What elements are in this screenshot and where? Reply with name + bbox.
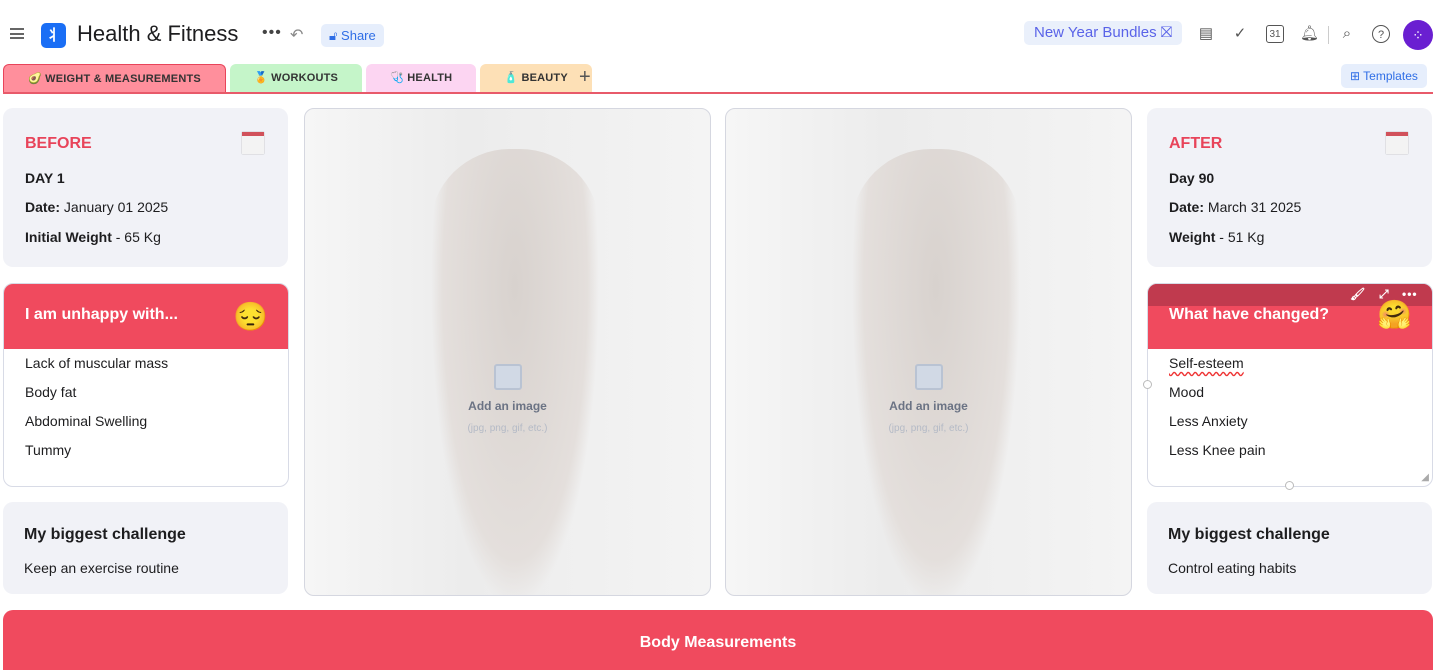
medal-icon: 🏅 xyxy=(253,72,268,84)
image-formats-hint: (jpg, png, gif, etc.) xyxy=(467,423,548,434)
share-label: Share xyxy=(341,28,376,43)
tab-bar: 🥑 WEIGHT & MEASUREMENTS 🏅 WORKOUTS 🩺 HEA… xyxy=(3,64,592,93)
app-logo: ⺦ xyxy=(41,23,66,48)
tab-label: WEIGHT & MEASUREMENTS xyxy=(45,73,201,85)
challenge-value: Control eating habits xyxy=(1168,560,1297,576)
changed-header: 🖌︎ ⤢ ••• What have changed? 🤗 xyxy=(1148,284,1432,349)
list-item: Tummy xyxy=(25,442,72,458)
templates-button[interactable]: ⊞ Templates xyxy=(1341,64,1427,88)
challenge-title: My biggest challenge xyxy=(1168,526,1330,543)
lock-icon: 🔓︎ xyxy=(329,28,342,43)
image-icon xyxy=(915,364,943,390)
grid-icon: ⊞ xyxy=(1350,69,1364,83)
resize-handle-left[interactable] xyxy=(1143,380,1152,389)
tab-beauty[interactable]: 🧴 BEAUTY xyxy=(480,64,592,93)
top-bar: ⺦ Health & Fitness ••• ↶ 🔓︎ Share New Ye… xyxy=(0,0,1445,62)
add-image-label: Add an image xyxy=(468,399,547,413)
image-formats-hint: (jpg, png, gif, etc.) xyxy=(888,423,969,434)
challenge-value: Keep an exercise routine xyxy=(24,560,179,576)
tab-weight-measurements[interactable]: 🥑 WEIGHT & MEASUREMENTS xyxy=(3,64,226,93)
tab-label: HEALTH xyxy=(407,72,453,84)
resize-handle-bottom[interactable] xyxy=(1285,481,1294,490)
before-weight: Initial Weight - 65 Kg xyxy=(25,229,161,245)
avocado-icon: 🥑 xyxy=(28,73,42,85)
unhappy-title: I am unhappy with... xyxy=(25,306,178,323)
date-value: March 31 2025 xyxy=(1207,199,1302,215)
after-image-placeholder[interactable]: Add an image (jpg, png, gif, etc.) xyxy=(725,108,1132,596)
tab-label: WORKOUTS xyxy=(271,72,339,84)
tab-health[interactable]: 🩺 HEALTH xyxy=(366,64,477,93)
tab-workouts[interactable]: 🏅 WORKOUTS xyxy=(229,64,363,93)
date-label: Date: xyxy=(1169,199,1205,215)
new-year-bundles-button[interactable]: New Year Bundles ⛝ xyxy=(1024,21,1183,45)
menu-icon[interactable] xyxy=(10,28,24,39)
list-item[interactable]: Less Anxiety xyxy=(1169,413,1248,429)
check-circle-icon[interactable]: ✓ xyxy=(1231,25,1249,43)
templates-label: Templates xyxy=(1363,69,1418,83)
list-item: Lack of muscular mass xyxy=(25,355,169,371)
tab-label: BEAUTY xyxy=(521,72,568,84)
date-value: January 01 2025 xyxy=(63,199,169,215)
changed-card[interactable]: 🖌︎ ⤢ ••• What have changed? 🤗 Self-esteem… xyxy=(1147,283,1433,487)
share-button[interactable]: 🔓︎ Share xyxy=(321,24,384,47)
weight-value: - 51 Kg xyxy=(1219,229,1265,245)
calendar-icon[interactable]: 31 xyxy=(1266,25,1284,43)
date-label: Date: xyxy=(25,199,61,215)
gift-icon: ⛝ xyxy=(1160,24,1173,41)
search-icon[interactable]: ⌕ xyxy=(1338,25,1356,43)
stethoscope-icon: 🩺 xyxy=(390,72,404,84)
bell-icon[interactable]: 🔔︎ xyxy=(1300,25,1319,43)
help-icon[interactable]: ? xyxy=(1372,25,1390,43)
list-item[interactable]: Self-esteem xyxy=(1169,355,1244,371)
challenge-right-card[interactable]: My biggest challenge Control eating habi… xyxy=(1147,502,1432,594)
list-item: Abdominal Swelling xyxy=(25,413,148,429)
tab-underline xyxy=(3,92,1433,94)
unhappy-header: I am unhappy with... 😔 xyxy=(4,284,288,349)
challenge-left-card[interactable]: My biggest challenge Keep an exercise ro… xyxy=(3,502,288,594)
challenge-title: My biggest challenge xyxy=(24,526,186,543)
hugging-face-icon: 🤗 xyxy=(1377,299,1412,330)
before-card[interactable]: BEFORE DAY 1 Date: January 01 2025 Initi… xyxy=(3,108,288,267)
bundles-label: New Year Bundles xyxy=(1034,24,1157,41)
changed-title: What have changed? xyxy=(1169,306,1330,323)
undo-icon[interactable]: ↶ xyxy=(290,25,303,45)
after-date: Date: March 31 2025 xyxy=(1169,199,1301,215)
section-title: Body Measurements xyxy=(639,634,797,651)
resize-grip-icon[interactable]: ◢ xyxy=(1421,472,1429,483)
before-day: DAY 1 xyxy=(25,170,65,186)
notes-icon[interactable]: ▤ xyxy=(1197,25,1215,43)
after-day: Day 90 xyxy=(1169,170,1215,186)
avatar[interactable]: ⁘ xyxy=(1403,20,1433,50)
brush-icon[interactable]: 🖌︎ xyxy=(1350,287,1365,301)
before-date: Date: January 01 2025 xyxy=(25,199,168,215)
weight-value: - 65 Kg xyxy=(115,229,161,245)
image-icon xyxy=(494,364,522,390)
divider xyxy=(1328,26,1329,44)
page-title: Health & Fitness xyxy=(77,21,239,46)
weight-label: Initial Weight xyxy=(25,229,112,245)
weight-label: Weight xyxy=(1169,229,1216,245)
lotion-icon: 🧴 xyxy=(504,72,519,84)
before-image-placeholder[interactable]: Add an image (jpg, png, gif, etc.) xyxy=(304,108,711,596)
list-item[interactable]: Less Knee pain xyxy=(1169,442,1266,458)
list-item: Body fat xyxy=(25,384,77,400)
unhappy-card[interactable]: I am unhappy with... 😔 Lack of muscular m… xyxy=(3,283,289,487)
list-item[interactable]: Mood xyxy=(1169,384,1204,400)
after-weight: Weight - 51 Kg xyxy=(1169,229,1264,245)
calendar-icon xyxy=(1386,132,1408,154)
more-options-icon[interactable]: ••• xyxy=(262,24,282,42)
add-tab-button[interactable]: + xyxy=(579,66,591,89)
calendar-icon xyxy=(242,132,264,154)
after-card[interactable]: AFTER Day 90 Date: March 31 2025 Weight … xyxy=(1147,108,1432,267)
add-image-label: Add an image xyxy=(889,399,968,413)
pensive-face-icon: 😔 xyxy=(233,301,268,332)
body-measurements-section: Body Measurements xyxy=(3,610,1433,670)
after-heading: AFTER xyxy=(1169,135,1223,152)
before-heading: BEFORE xyxy=(25,135,92,152)
